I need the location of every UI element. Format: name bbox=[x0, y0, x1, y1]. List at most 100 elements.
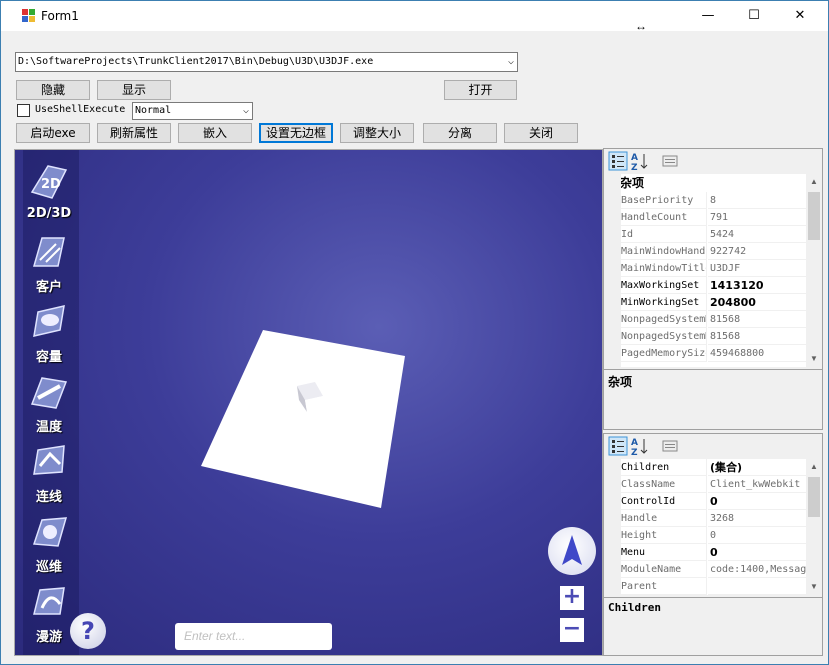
property-name: HandleCount bbox=[621, 209, 707, 226]
categorized-icon[interactable] bbox=[608, 151, 628, 171]
property-value[interactable]: 3268 bbox=[708, 510, 808, 527]
compass-button[interactable] bbox=[548, 527, 596, 575]
hide-button[interactable]: 隐藏 bbox=[16, 80, 90, 100]
property-grid-scrollbar[interactable]: ▲ ▼ bbox=[806, 174, 822, 367]
embed-button[interactable]: 嵌入 bbox=[178, 123, 252, 143]
zoom-in-button[interactable]: + bbox=[560, 586, 584, 610]
property-row[interactable]: ClassName Client_kwWebkit bbox=[605, 476, 808, 493]
u3d-viewport[interactable]: 2D 2D/3D 客户 容量 温度 连线 巡维 漫游 ? Enter text.… bbox=[14, 149, 603, 656]
alphabetical-sort-icon[interactable]: A Z bbox=[630, 151, 650, 171]
property-name: Height bbox=[621, 527, 707, 544]
property-row[interactable]: HandleCount 791 bbox=[605, 209, 808, 226]
property-value[interactable]: 922742 bbox=[708, 243, 808, 260]
use-shell-execute-checkbox[interactable] bbox=[17, 104, 30, 117]
property-row[interactable]: ControlId 0 bbox=[605, 493, 808, 510]
enter-text-input[interactable]: Enter text... bbox=[175, 623, 332, 650]
property-value[interactable] bbox=[708, 578, 808, 595]
category-header[interactable]: −杂项 bbox=[605, 174, 808, 192]
description-title: Children bbox=[608, 601, 661, 614]
property-row[interactable]: Handle 3268 bbox=[605, 510, 808, 527]
scroll-up-icon[interactable]: ▲ bbox=[806, 459, 822, 475]
property-value[interactable]: 5424 bbox=[708, 226, 808, 243]
svg-text:A: A bbox=[631, 153, 638, 163]
property-description-pane: Children bbox=[604, 597, 822, 655]
main-window: Form1 ↔ — ☐ ✕ D:\SoftwareProjects\TrunkC… bbox=[0, 0, 829, 665]
scroll-down-icon[interactable]: ▼ bbox=[806, 579, 822, 595]
property-grid-rows[interactable]: −杂项 BasePriority8HandleCount791Id5424Mai… bbox=[605, 174, 808, 367]
scroll-up-icon[interactable]: ▲ bbox=[806, 174, 822, 190]
svg-text:Z: Z bbox=[631, 448, 638, 456]
property-value[interactable]: 791 bbox=[708, 209, 808, 226]
property-value[interactable]: 0 bbox=[708, 493, 808, 510]
property-name: ModuleName bbox=[621, 561, 707, 578]
property-grid-scrollbar[interactable]: ▲ ▼ bbox=[806, 459, 822, 595]
detach-button[interactable]: 分离 bbox=[423, 123, 497, 143]
property-row[interactable]: NonpagedSystemMemorySize81568 bbox=[605, 311, 808, 328]
property-row[interactable]: MaxWorkingSet 1413120 bbox=[605, 277, 808, 294]
property-value[interactable]: Client_kwWebkit bbox=[708, 476, 808, 493]
maximize-button[interactable]: ☐ bbox=[731, 1, 777, 31]
property-grid-rows[interactable]: Children (集合) ClassName Client_kwWebkit Cont… bbox=[605, 459, 808, 595]
property-row[interactable]: NonpagedSystemMemorySize6481568 bbox=[605, 328, 808, 345]
show-button[interactable]: 显示 bbox=[97, 80, 171, 100]
property-value[interactable]: 0 bbox=[708, 544, 808, 561]
resize-button[interactable]: 调整大小 bbox=[340, 123, 414, 143]
start-exe-button[interactable]: 启动exe bbox=[16, 123, 90, 143]
categorized-icon[interactable] bbox=[608, 436, 628, 456]
property-value[interactable]: (集合) bbox=[708, 459, 808, 476]
property-name: BasePriority bbox=[621, 192, 707, 209]
property-value[interactable]: 204800 bbox=[708, 294, 808, 311]
close-button[interactable]: 关闭 bbox=[504, 123, 578, 143]
property-row[interactable]: Id 5424 bbox=[605, 226, 808, 243]
chevron-down-icon[interactable]: ⌵ bbox=[243, 103, 249, 119]
property-value[interactable]: 0 bbox=[708, 527, 808, 544]
chevron-down-icon[interactable]: ⌵ bbox=[508, 53, 514, 71]
property-name: MainWindowHandle bbox=[621, 243, 707, 260]
property-value[interactable]: U3DJF bbox=[708, 260, 808, 277]
scroll-thumb[interactable] bbox=[808, 192, 820, 240]
property-row[interactable]: Menu 0 bbox=[605, 544, 808, 561]
property-name: PagedMemorySize bbox=[621, 345, 707, 362]
refresh-properties-button[interactable]: 刷新属性 bbox=[97, 123, 171, 143]
exe-path-value: D:\SoftwareProjects\TrunkClient2017\Bin\… bbox=[18, 56, 374, 67]
property-row[interactable]: Children (集合) bbox=[605, 459, 808, 476]
window-mode-value: Normal bbox=[135, 105, 172, 116]
property-grid-toolbar: A Z bbox=[604, 434, 822, 458]
property-value[interactable]: 8 bbox=[708, 192, 808, 209]
property-grid-toolbar: A Z bbox=[604, 149, 822, 173]
title-bar[interactable]: Form1 ↔ — ☐ ✕ bbox=[1, 1, 828, 33]
property-value[interactable]: code:1400,Message bbox=[708, 561, 808, 578]
minimize-button[interactable]: — bbox=[685, 1, 731, 31]
property-row[interactable]: Height 0 bbox=[605, 527, 808, 544]
property-value[interactable]: 81568 bbox=[708, 311, 808, 328]
property-row[interactable]: ModuleName code:1400,Message bbox=[605, 561, 808, 578]
property-row[interactable]: MainWindowTitle U3DJF bbox=[605, 260, 808, 277]
property-row[interactable]: BasePriority 8 bbox=[605, 192, 808, 209]
property-value[interactable]: 459468800 bbox=[708, 345, 808, 362]
zoom-out-button[interactable]: − bbox=[560, 618, 584, 642]
window-mode-select[interactable]: Normal ⌵ bbox=[132, 102, 253, 120]
exe-path-combobox[interactable]: D:\SoftwareProjects\TrunkClient2017\Bin\… bbox=[15, 52, 518, 72]
close-window-button[interactable]: ✕ bbox=[777, 1, 823, 31]
property-row[interactable]: PagedMemorySize 459468800 bbox=[605, 345, 808, 362]
property-row[interactable]: MainWindowHandle922742 bbox=[605, 243, 808, 260]
property-pages-icon[interactable] bbox=[660, 151, 680, 171]
open-button[interactable]: 打开 bbox=[444, 80, 517, 100]
property-row[interactable]: Parent bbox=[605, 578, 808, 595]
property-grid-process: A Z −杂项 BasePriority8HandleCount791Id542… bbox=[603, 148, 823, 430]
scroll-thumb[interactable] bbox=[808, 477, 820, 517]
svg-text:Z: Z bbox=[631, 163, 638, 171]
property-value[interactable]: 1413120 bbox=[708, 277, 808, 294]
3d-scene[interactable] bbox=[15, 150, 603, 656]
help-button[interactable]: ? bbox=[70, 613, 106, 649]
property-name: Menu bbox=[621, 544, 707, 561]
property-name: Children bbox=[621, 459, 707, 476]
scroll-down-icon[interactable]: ▼ bbox=[806, 351, 822, 367]
alphabetical-sort-icon[interactable]: A Z bbox=[630, 436, 650, 456]
property-row[interactable]: MinWorkingSet 204800 bbox=[605, 294, 808, 311]
use-shell-execute-label: UseShellExecute bbox=[35, 104, 126, 115]
property-name: ClassName bbox=[621, 476, 707, 493]
property-pages-icon[interactable] bbox=[660, 436, 680, 456]
property-value[interactable]: 81568 bbox=[708, 328, 808, 345]
set-borderless-button[interactable]: 设置无边框 bbox=[259, 123, 333, 143]
